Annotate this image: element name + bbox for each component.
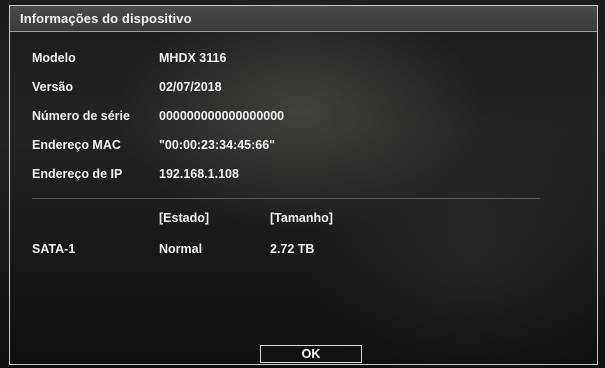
disk-status: Normal	[159, 242, 203, 256]
section-divider	[32, 198, 540, 199]
mac-address-value: "00:00:23:34:45:66"	[159, 138, 276, 152]
serial-number-value: 000000000000000000	[159, 109, 285, 123]
model-label: Modelo	[32, 51, 76, 65]
status-column-header: [Estado]	[159, 211, 209, 225]
disk-name: SATA-1	[32, 242, 76, 256]
mac-address-label: Endereço MAC	[32, 138, 121, 152]
ip-address-value: 192.168.1.108	[159, 167, 239, 181]
dialog-titlebar: Informações do dispositivo	[10, 6, 597, 32]
version-value: 02/07/2018	[159, 80, 222, 94]
ok-button[interactable]: OK	[260, 345, 362, 363]
disk-size: 2.72 TB	[270, 242, 315, 256]
model-value: MHDX 3116	[159, 51, 227, 65]
version-label: Versão	[32, 80, 74, 94]
device-info-dialog: Informações do dispositivo Modelo MHDX 3…	[9, 5, 598, 365]
size-column-header: [Tamanho]	[270, 211, 333, 225]
ip-address-label: Endereço de IP	[32, 167, 123, 181]
serial-number-label: Número de série	[32, 109, 130, 123]
screen: Informações do dispositivo Modelo MHDX 3…	[0, 0, 605, 368]
dialog-title: Informações do dispositivo	[20, 11, 192, 26]
